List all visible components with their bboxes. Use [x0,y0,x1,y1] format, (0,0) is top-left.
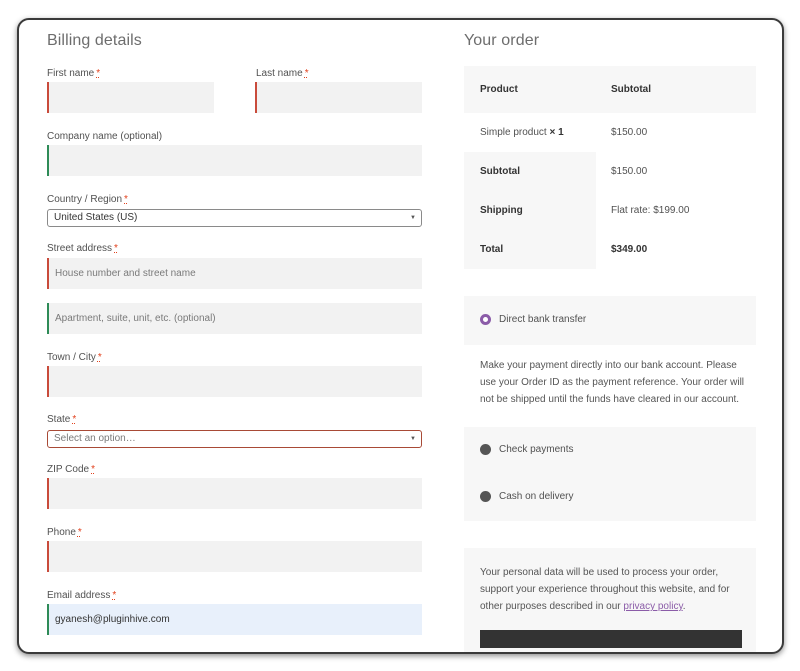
checkout-window: Billing details First name * Last name * C… [17,18,784,654]
payment-option-label: Direct bank transfer [499,314,587,325]
order-table: Product Subtotal Simple product × 1 $150… [464,66,756,269]
shipping-value: Flat rate: $199.00 [611,205,690,216]
required-mark: * [112,590,117,601]
place-order-button[interactable] [480,630,742,648]
required-mark: * [72,414,77,425]
shipping-label: Shipping [464,191,596,230]
total-label: Total [464,230,596,269]
required-mark: * [96,68,101,79]
required-mark: * [114,243,118,254]
company-input[interactable] [47,145,422,176]
subtotal-value: $150.00 [611,166,648,177]
first-name-input[interactable] [47,82,214,113]
required-mark: * [91,464,95,475]
privacy-notice: Your personal data will be used to proce… [464,548,756,652]
zip-label: ZIP Code * [47,464,95,475]
apartment-input[interactable]: Apartment, suite, unit, etc. (optional) [47,303,422,334]
payment-option-label: Check payments [499,444,574,455]
payment-methods: Direct bank transfer Make your payment d… [464,296,756,521]
country-label: Country / Region * [47,194,128,205]
country-select[interactable]: United States (US) ▼ [47,209,422,227]
radio-icon[interactable] [480,444,491,455]
required-mark: * [77,527,82,538]
state-label: State * [47,414,77,425]
total-value: $349.00 [611,244,648,255]
order-section: Your order Product Subtotal Simple produ… [464,20,757,652]
privacy-text: Your personal data will be used to proce… [480,567,730,612]
subtotal-row: Subtotal $150.00 [464,152,756,191]
payment-option-cod[interactable]: Cash on delivery [480,491,573,502]
item-price: $150.00 [611,127,648,138]
last-name-input[interactable] [255,82,422,113]
col-subtotal-header: Subtotal [611,84,651,95]
state-select-placeholder: Select an option… [54,433,136,444]
street-input[interactable]: House number and street name [47,258,422,289]
phone-label: Phone * [47,527,82,538]
payment-option-label: Cash on delivery [499,491,574,502]
item-name: Simple product × 1 [480,127,564,138]
city-input[interactable] [47,366,422,397]
privacy-text-end: . [682,601,686,612]
street-label: Street address * [47,243,118,254]
country-select-value: United States (US) [54,212,138,223]
company-label: Company name (optional) [47,131,163,142]
privacy-policy-link[interactable]: privacy policy [623,601,682,612]
city-label: Town / City * [47,352,102,363]
email-input[interactable]: gyanesh@pluginhive.com [47,604,422,635]
first-name-label: First name * [47,68,101,79]
state-select[interactable]: Select an option… ▼ [47,430,422,448]
total-row: Total $349.00 [464,230,756,269]
billing-heading: Billing details [47,32,142,49]
email-label: Email address * [47,590,117,601]
col-product-header: Product [480,84,518,95]
table-header-row: Product Subtotal [464,66,756,113]
required-mark: * [304,68,309,79]
shipping-row: Shipping Flat rate: $199.00 [464,191,756,230]
order-heading: Your order [464,32,540,49]
chevron-down-icon: ▼ [410,436,416,442]
payment-option-check[interactable]: Check payments [480,444,573,455]
item-qty: × 1 [549,127,564,138]
subtotal-label: Subtotal [464,152,596,191]
phone-input[interactable] [47,541,422,572]
billing-section: Billing details First name * Last name * C… [47,20,425,652]
radio-selected-icon[interactable] [480,314,491,325]
payment-option-bank[interactable]: Direct bank transfer [480,314,586,325]
radio-icon[interactable] [480,491,491,502]
chevron-down-icon: ▼ [410,215,416,221]
table-row: Simple product × 1 $150.00 [464,113,756,152]
required-mark: * [97,352,102,363]
last-name-label: Last name * [256,68,309,79]
zip-input[interactable] [47,478,422,509]
required-mark: * [124,194,128,205]
payment-description: Make your payment directly into our bank… [464,345,756,427]
